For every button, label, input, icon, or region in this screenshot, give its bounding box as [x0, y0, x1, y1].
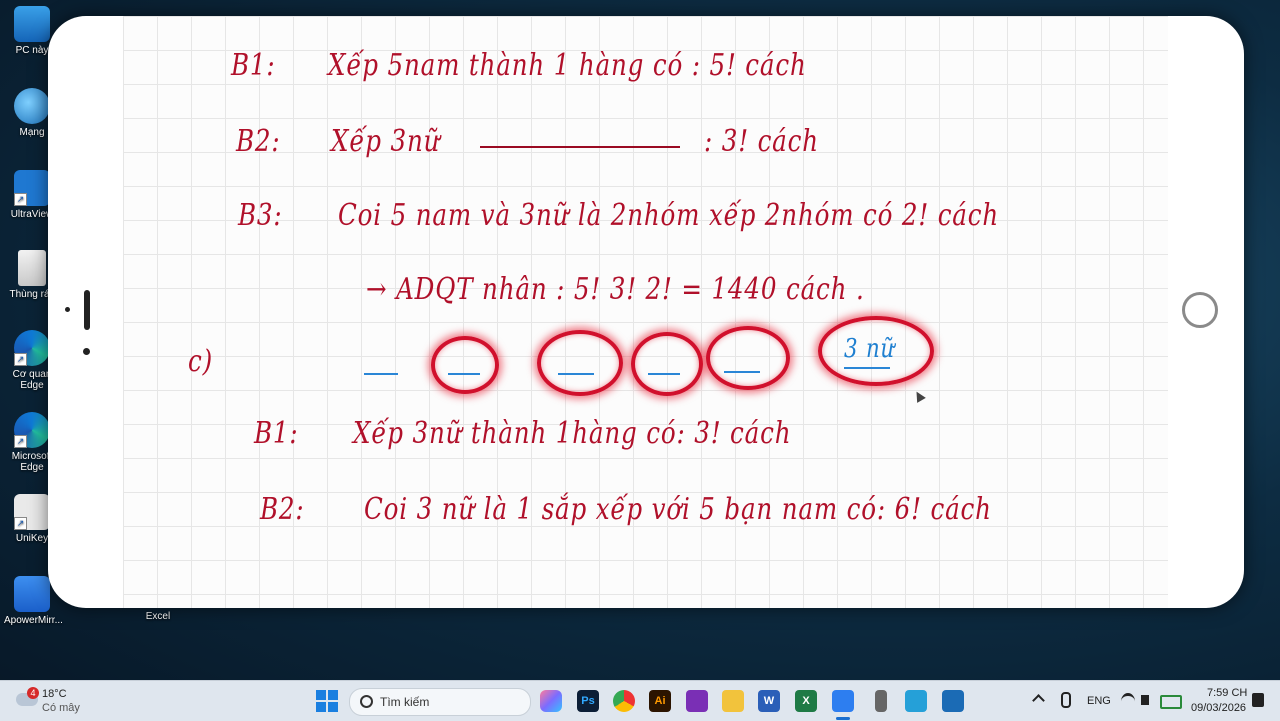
- folder-icon[interactable]: [722, 690, 744, 712]
- apowermirror-icon: [14, 576, 50, 612]
- copilot-icon[interactable]: [540, 690, 562, 712]
- desktop-icon-label: UltraView: [10, 209, 54, 220]
- side-dot-top: [65, 307, 70, 312]
- highlight-circle: [706, 326, 790, 390]
- slot-line: [558, 373, 594, 375]
- shortcut-arrow-icon: ↗: [14, 517, 27, 530]
- weather-widget[interactable]: 4 18°C Có mây: [14, 685, 134, 717]
- desktop-icon-label: Cơ quan Edge: [12, 369, 52, 391]
- slot-line: [844, 367, 890, 369]
- note-step-label: B2:: [260, 492, 305, 527]
- note-line: Xếp 3nữ thành 1hàng có: 3! cách: [353, 416, 792, 451]
- note-line: Coi 3 nữ là 1 sắp xếp với 5 bạn nam có: …: [364, 492, 992, 527]
- slot-line: [364, 373, 398, 375]
- desktop-icon-label: PC này: [15, 45, 49, 56]
- desktop-icon-label: ApowerMirr...: [4, 615, 63, 626]
- windows-logo-icon: [316, 690, 326, 700]
- notification-icon[interactable]: [1252, 693, 1264, 707]
- volume-icon[interactable]: [1141, 695, 1149, 705]
- recycle-bin-icon: [18, 250, 46, 286]
- battery-icon[interactable]: [1160, 695, 1182, 709]
- note-line-tail: : 3! cách: [704, 124, 819, 159]
- taskbar: 4 18°C Có mây Tìm kiếm Ps Ai W X ENG 7:5…: [0, 680, 1280, 721]
- illustrator-icon[interactable]: Ai: [649, 690, 671, 712]
- home-button[interactable]: [1182, 292, 1218, 328]
- note-step-label: B3:: [238, 198, 283, 233]
- note-step-label: B1:: [254, 416, 299, 451]
- search-placeholder: Tìm kiếm: [380, 695, 430, 709]
- desktop-icon-label: UniKey: [15, 533, 49, 544]
- search-icon: [360, 695, 373, 708]
- side-dot-bottom: [83, 348, 90, 355]
- clock-date[interactable]: 09/03/2026: [1191, 702, 1246, 714]
- wifi-icon[interactable]: [1121, 693, 1135, 710]
- desktop-icon-excel[interactable]: Excel: [130, 606, 186, 622]
- blank-underline: [480, 146, 680, 148]
- globe-icon: [14, 88, 50, 124]
- highlight-circle: [431, 336, 499, 394]
- edge-icon: ↗: [14, 330, 50, 366]
- snipping-tool-icon[interactable]: [905, 690, 927, 712]
- apowermirror-icon[interactable]: [832, 690, 854, 712]
- weather-description: Có mây: [42, 702, 80, 714]
- phone-mirror-window: B1: Xếp 5nam thành 1 hàng có : 5! cách B…: [48, 16, 1244, 608]
- unikey-icon: ↗: [14, 494, 50, 530]
- shortcut-arrow-icon: ↗: [14, 435, 27, 448]
- desktop-icon-label: Microsoft Edge: [11, 451, 53, 473]
- taskbar-search[interactable]: Tìm kiếm: [349, 688, 531, 716]
- shortcut-arrow-icon: ↗: [14, 353, 27, 366]
- language-indicator[interactable]: ENG: [1087, 695, 1111, 707]
- app-icon[interactable]: [686, 690, 708, 712]
- monitor-icon: [14, 6, 50, 42]
- slot-line: [724, 371, 760, 373]
- note-line: Xếp 3nữ: [331, 124, 441, 159]
- weather-temperature: 18°C: [42, 688, 67, 700]
- chrome-icon[interactable]: [613, 690, 635, 712]
- highlight-circle: [537, 330, 623, 396]
- chevron-up-icon[interactable]: [1032, 694, 1045, 707]
- note-step-label: B2:: [236, 124, 281, 159]
- slot-line: [448, 373, 480, 375]
- part-label: c): [188, 344, 214, 379]
- excel-icon[interactable]: X: [795, 690, 817, 712]
- desktop-icon-label: Excel: [145, 611, 171, 622]
- ultraview-icon: ↗: [14, 170, 50, 206]
- desktop-icon-label: Mạng: [19, 127, 45, 138]
- shortcut-arrow-icon: ↗: [14, 193, 27, 206]
- slot-line: [648, 373, 680, 375]
- clock-time[interactable]: 7:59 CH: [1207, 687, 1247, 699]
- note-step-label: B1:: [231, 48, 276, 83]
- phone-icon[interactable]: [875, 690, 887, 712]
- note-line: Xếp 5nam thành 1 hàng có : 5! cách: [328, 48, 807, 83]
- start-button[interactable]: [316, 690, 338, 712]
- highlight-circle: [631, 332, 703, 396]
- remote-app-icon[interactable]: [942, 690, 964, 712]
- photoshop-icon[interactable]: Ps: [577, 690, 599, 712]
- circle-label: 3 nữ: [844, 334, 896, 364]
- word-icon[interactable]: W: [758, 690, 780, 712]
- note-line: Coi 5 nam và 3nữ là 2nhóm xếp 2nhóm có 2…: [338, 198, 1000, 233]
- microphone-icon[interactable]: [1061, 692, 1071, 708]
- notification-badge: 4: [27, 687, 39, 699]
- edge-icon: ↗: [14, 412, 50, 448]
- note-line: → ADQT nhân : 5! 3! 2! = 1440 cách .: [366, 272, 865, 307]
- side-handle[interactable]: [84, 290, 90, 330]
